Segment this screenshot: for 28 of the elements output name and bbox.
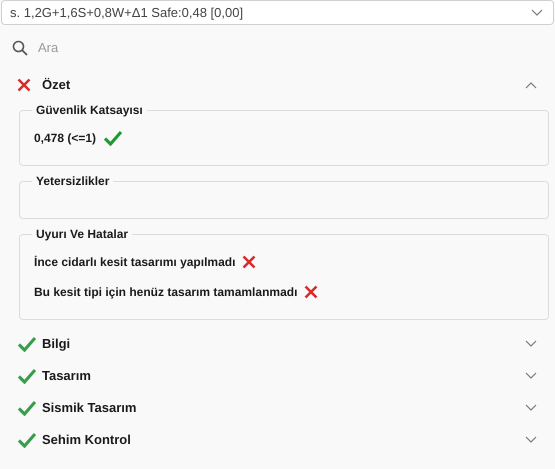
- section-header[interactable]: Sehim Kontrol: [0, 424, 555, 456]
- section-header[interactable]: Tasarım: [0, 360, 555, 392]
- chevron-down-icon[interactable]: [531, 8, 543, 16]
- section-header[interactable]: Özet: [0, 69, 555, 101]
- group-title: Uyurı Ve Hatalar: [35, 226, 130, 243]
- section-header[interactable]: Sismik Tasarım: [0, 392, 555, 424]
- check-icon: [17, 368, 37, 384]
- chevron-down-icon[interactable]: [525, 404, 537, 412]
- check-icon: [17, 336, 37, 352]
- check-icon: [17, 432, 37, 448]
- chevron-down-icon[interactable]: [525, 340, 537, 348]
- check-icon: [17, 400, 37, 416]
- group-title: Güvenlik Katsayısı: [35, 102, 144, 119]
- group-title: Yetersizlikler: [35, 173, 110, 190]
- result-text: 0,478 (<=1): [34, 130, 96, 147]
- search-icon: [12, 40, 28, 56]
- search-field[interactable]: Ara: [38, 38, 238, 58]
- cross-icon: [242, 255, 256, 269]
- combo-box[interactable]: s. 1,2G+1,6S+0,8W+Δ1 Safe:0,48 [0,00]: [1, 0, 554, 25]
- result-text: İnce cidarlı kesit tasarımı yapılmadı: [34, 254, 236, 271]
- section-header[interactable]: Bilgi: [0, 328, 555, 360]
- chevron-up-icon[interactable]: [525, 81, 537, 89]
- check-icon: [103, 130, 124, 146]
- cross-icon: [304, 285, 318, 299]
- cross-icon: [17, 78, 31, 92]
- chevron-down-icon[interactable]: [525, 372, 537, 380]
- chevron-down-icon[interactable]: [525, 436, 537, 444]
- result-text: Bu kesit tipi için henüz tasarım tamamlanmadı: [34, 284, 298, 301]
